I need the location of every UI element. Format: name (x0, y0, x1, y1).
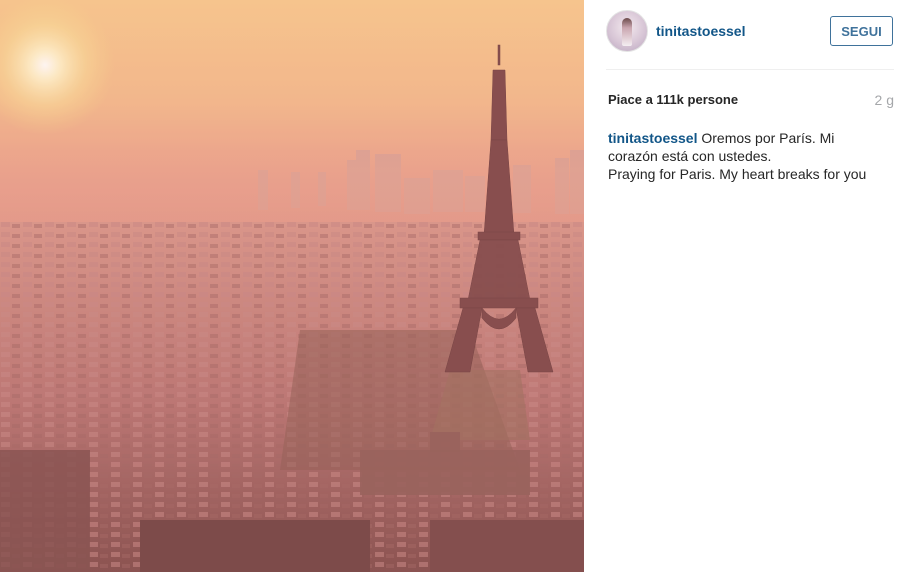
post-header: tinitastoessel SEGUI (606, 10, 896, 54)
post-sidebar: tinitastoessel SEGUI Piace a 111k person… (584, 0, 900, 572)
caption-text-line-3: Praying for Paris. My heart breaks for y… (608, 166, 867, 182)
likes-count[interactable]: Piace a 111k persone (608, 92, 738, 107)
post-photo[interactable] (0, 0, 584, 572)
follow-button[interactable]: SEGUI (830, 16, 893, 46)
eiffel-tower-sunset-photo (0, 0, 584, 572)
post-time[interactable]: 2 g (875, 92, 894, 108)
post-caption: tinitastoessel Oremos por París. Mi cora… (608, 129, 898, 183)
caption-text-line-1: Oremos por París. Mi (701, 130, 835, 146)
header-divider (606, 69, 894, 70)
profile-photo-icon (622, 18, 632, 46)
caption-text-line-2: corazón está con ustedes. (608, 148, 772, 164)
username-link[interactable]: tinitastoessel (656, 23, 745, 39)
avatar[interactable] (606, 10, 648, 52)
caption-username-link[interactable]: tinitastoessel (608, 130, 697, 146)
